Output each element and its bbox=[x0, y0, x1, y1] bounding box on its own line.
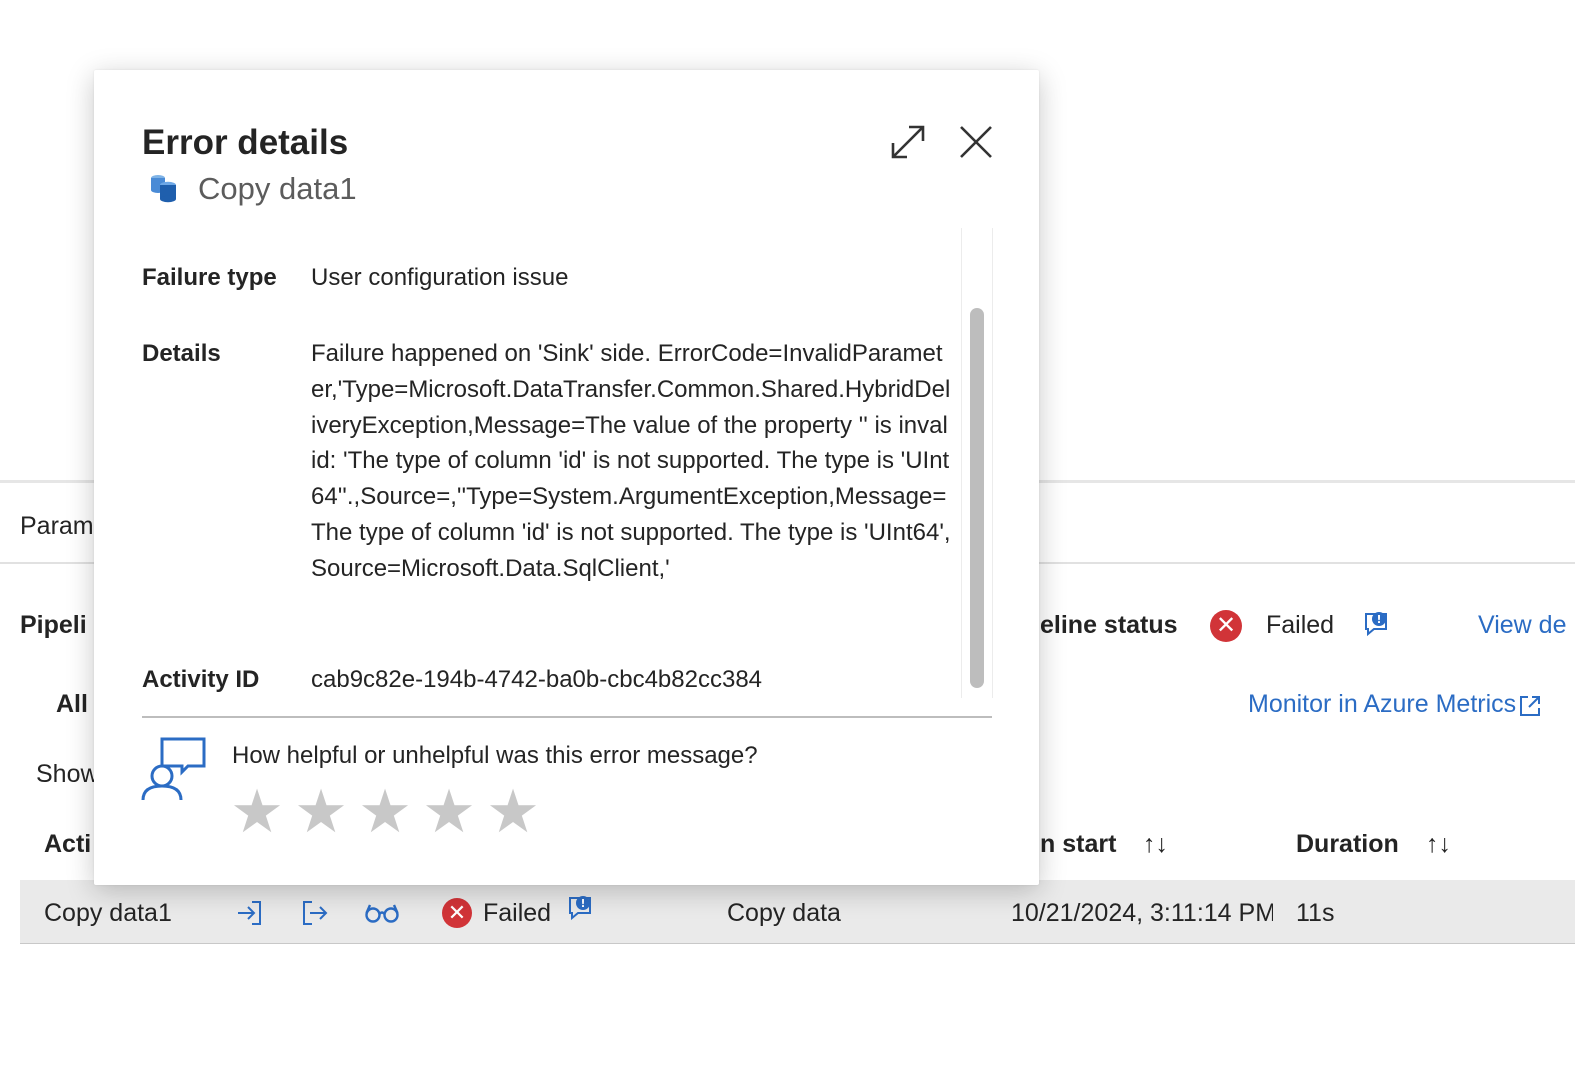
star-icon[interactable]: ★ bbox=[230, 782, 284, 842]
external-link-icon[interactable] bbox=[1518, 694, 1542, 723]
scrollbar-thumb[interactable] bbox=[970, 308, 984, 688]
filter-all[interactable]: All bbox=[56, 690, 88, 719]
error-icon: ✕ bbox=[1210, 610, 1242, 642]
column-activity-name[interactable]: Acti bbox=[44, 830, 91, 859]
activity-id-value: cab9c82e-194b-4742-ba0b-cbc4b82cc384 bbox=[311, 666, 763, 693]
row-activity-type: Copy data bbox=[727, 899, 841, 927]
close-icon[interactable] bbox=[954, 120, 998, 164]
svg-text:!: ! bbox=[1376, 613, 1381, 626]
svg-text:!: ! bbox=[580, 897, 585, 910]
input-icon[interactable] bbox=[234, 898, 264, 933]
feedback-icon bbox=[140, 736, 206, 807]
row-activity-name[interactable]: Copy data1 bbox=[44, 899, 172, 928]
dialog-subtitle: Copy data1 bbox=[198, 171, 357, 206]
show-label: Show bbox=[36, 760, 99, 788]
view-details-link[interactable]: View de bbox=[1478, 611, 1567, 640]
feedback-question: How helpful or unhelpful was this error … bbox=[232, 742, 758, 769]
feedback-bubble-icon[interactable]: ! bbox=[1362, 610, 1390, 643]
rating-stars[interactable]: ★ ★ ★ ★ ★ bbox=[230, 782, 540, 842]
star-icon[interactable]: ★ bbox=[486, 782, 540, 842]
sort-icon[interactable]: ↑↓ bbox=[1143, 830, 1168, 859]
star-icon[interactable]: ★ bbox=[294, 782, 348, 842]
feedback-bubble-icon[interactable]: ! bbox=[566, 894, 594, 927]
sort-icon[interactable]: ↑↓ bbox=[1426, 830, 1451, 859]
output-icon[interactable] bbox=[300, 898, 330, 933]
expand-icon[interactable] bbox=[886, 120, 930, 164]
row-run-start: 10/21/2024, 3:11:14 PM bbox=[1011, 899, 1273, 927]
row-status: Failed bbox=[483, 899, 552, 927]
feedback-divider bbox=[142, 716, 992, 718]
details-glasses-icon[interactable] bbox=[364, 900, 400, 931]
failure-type-value: User configuration issue bbox=[311, 264, 569, 291]
row-duration: 11s bbox=[1296, 899, 1335, 927]
tab-parameters[interactable]: Param bbox=[20, 512, 94, 541]
monitor-azure-metrics-link[interactable]: Monitor in Azure Metrics bbox=[1248, 690, 1516, 719]
details-value: Failure happened on 'Sink' side. ErrorCo… bbox=[311, 340, 951, 582]
section-title: Pipeli bbox=[20, 611, 87, 639]
activity-id-label: Activity ID bbox=[142, 666, 260, 693]
pipeline-status-label: eline status bbox=[1040, 611, 1178, 639]
pipeline-status-value: Failed bbox=[1266, 611, 1335, 639]
details-label: Details bbox=[142, 340, 221, 367]
star-icon[interactable]: ★ bbox=[422, 782, 476, 842]
star-icon[interactable]: ★ bbox=[358, 782, 412, 842]
copy-data-icon bbox=[148, 172, 180, 209]
error-details-dialog: Error details Copy data1 Failure type Us… bbox=[94, 70, 1039, 885]
error-icon: ✕ bbox=[442, 898, 472, 928]
dialog-title: Error details bbox=[142, 123, 349, 162]
column-duration[interactable]: Duration bbox=[1296, 830, 1399, 859]
column-run-start[interactable]: n start bbox=[1040, 830, 1116, 859]
details-scrollbar[interactable] bbox=[961, 228, 993, 698]
failure-type-label: Failure type bbox=[142, 264, 277, 291]
